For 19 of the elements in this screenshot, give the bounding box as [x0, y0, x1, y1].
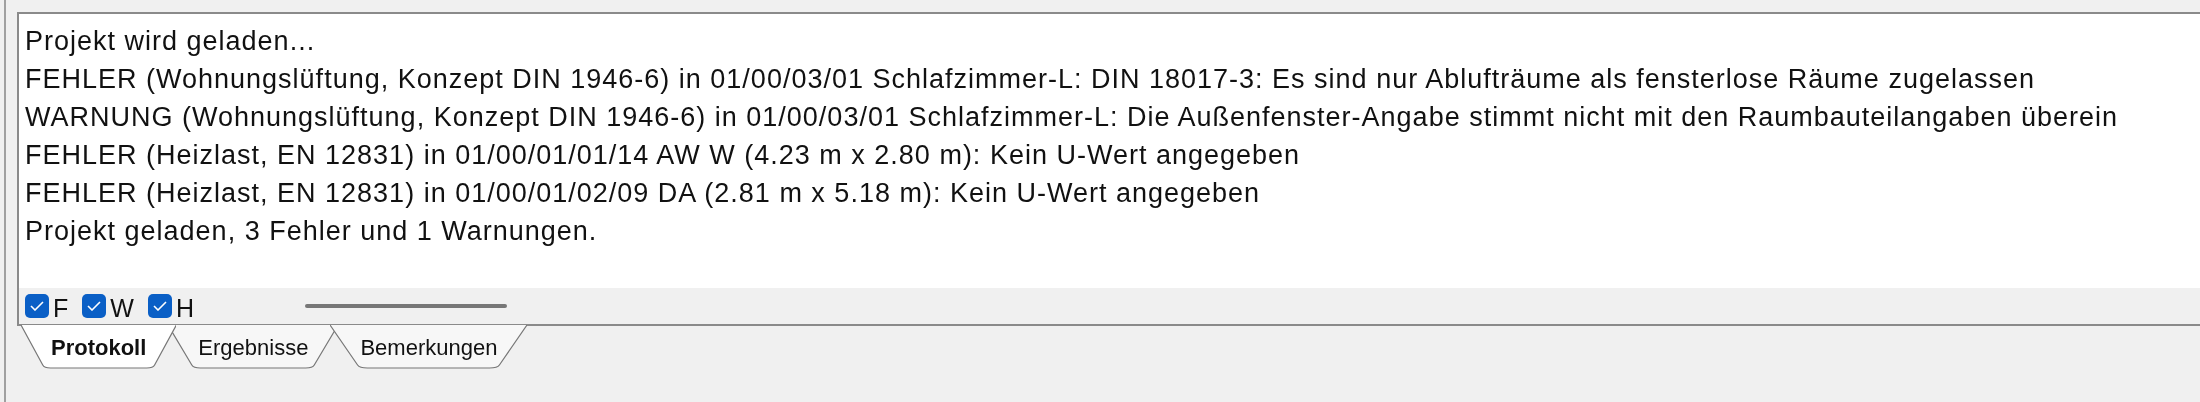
checkbox[interactable] [82, 294, 107, 318]
log-line: FEHLER (Heizlast, EN 12831) in 01/00/01/01/14 AW W (4.23 m x 2.80 m): Kein U-Wert angegeben [25, 139, 1301, 172]
log-line: Projekt wird geladen... [25, 25, 316, 58]
log-line: WARNUNG (Wohnungslüftung, Konzept DIN 1946-6) in 01/00/03/01 Schlafzimmer-L: Die Außenfenster-Angabe stimmt nicht mit den Raumbauteilangaben überein [25, 101, 2118, 134]
checkmark-icon [87, 301, 102, 311]
checkbox-label: F [53, 293, 69, 325]
log-line: FEHLER (Wohnungslüftung, Konzept DIN 1946-6) in 01/00/03/01 Schlafzimmer-L: DIN 18017-3: Es sind nur Ablufträume als fensterlose Räume zugelassen [25, 63, 2035, 96]
log-line: FEHLER (Heizlast, EN 12831) in 01/00/01/02/09 DA (2.81 m x 5.18 m): Kein U-Wert angegeben [25, 177, 1261, 210]
checkbox[interactable] [147, 294, 172, 318]
checkbox[interactable] [25, 294, 49, 318]
tab[interactable]: Protokoll [21, 325, 177, 369]
log-line: Projekt geladen, 3 Fehler und 1 Warnungen. [25, 215, 598, 248]
checkmark-icon [152, 301, 167, 311]
tab[interactable]: Bemerkungen [330, 325, 528, 369]
scrollbar-thumb[interactable] [305, 304, 507, 308]
tab[interactable]: Ergebnisse [168, 325, 339, 369]
checkbox-label: H [175, 293, 194, 325]
checkmark-icon [30, 301, 44, 311]
checkbox-label: W [110, 293, 134, 325]
